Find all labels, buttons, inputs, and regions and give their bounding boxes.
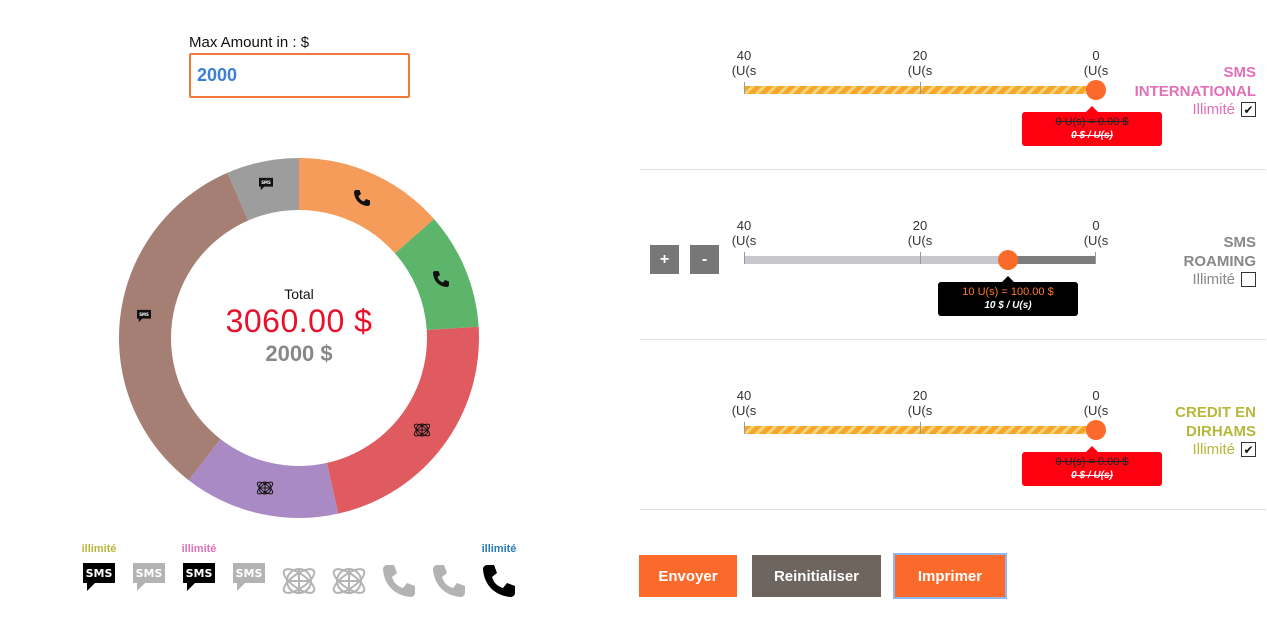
sms-icon: SMS (258, 177, 278, 197)
phone-icon (352, 188, 372, 208)
illimite-label: Illimité (1192, 271, 1235, 288)
total-label: Total (284, 286, 314, 302)
tick-label: 40 (U(s (731, 388, 757, 418)
illimite-label: Illimité (1192, 441, 1235, 458)
illimite-label: Illimité (1192, 101, 1235, 118)
slider-track[interactable] (744, 80, 1106, 100)
slider-track[interactable] (744, 250, 1096, 270)
illimite-option: Illimité ✔ (1192, 441, 1256, 458)
bubble-rate: 10 $ / U(s) (984, 300, 1032, 311)
service-title: SMS INTERNATIONAL (1134, 64, 1256, 100)
svg-text:SMS: SMS (139, 312, 149, 317)
service-title: SMS ROAMING (1183, 234, 1257, 270)
svg-text:SMS: SMS (136, 567, 163, 580)
max-amount-input[interactable]: 2000 (189, 53, 410, 98)
legend-tag: illimité (181, 543, 217, 555)
svg-text:SMS: SMS (261, 180, 271, 185)
max-amount-value: 2000 (197, 65, 238, 85)
increment-button[interactable]: + (650, 245, 679, 274)
service-legend: illimité SMS SMS illimité SMS SMS illimité (78, 541, 520, 601)
max-value: 2000 $ (265, 341, 333, 366)
legend-tag: illimité (81, 543, 117, 555)
slider-track[interactable] (744, 420, 1106, 440)
tick-label: 0 (U(s (1083, 48, 1109, 78)
bubble-amount: 10 U(s) = 100.00 $ (962, 286, 1054, 298)
tick-label: 0 (U(s (1083, 388, 1109, 418)
svg-text:SMS: SMS (86, 567, 113, 580)
max-amount-label: Max Amount in : $ (189, 34, 310, 51)
service-title: CREDIT EN DIRHAMS (1175, 404, 1256, 440)
tick-label: 20 (U(s (907, 218, 933, 248)
phone-icon (431, 269, 451, 289)
total-value: 3060.00 $ (225, 303, 373, 339)
illimite-option: Illimité (1192, 271, 1256, 288)
tick-label: 40 (U(s (731, 218, 757, 248)
bubble-rate: 0 $ / U(s) (1071, 130, 1113, 141)
legend-item[interactable] (278, 541, 320, 601)
slider-rest (1008, 256, 1096, 264)
slider-handle[interactable] (998, 250, 1018, 270)
slider-row-credit-dirhams: 40 (U(s 20 (U(s 0 (U(s 0 U(s) = 0.00 $ 0 $ / U(… (640, 340, 1266, 510)
slider-row-sms-roaming: 40 (U(s 20 (U(s 0 (U(s 10 U(s) = 100.00 $ 10 $ … (640, 170, 1266, 340)
decrement-button[interactable]: - (690, 245, 719, 274)
phone-icon (379, 561, 419, 601)
slider-row-sms-international: 40 (U(s 20 (U(s 0 (U(s 0 U(s) = 0.00 $ 0 $ / U(… (640, 0, 1266, 170)
max-amount-group: Max Amount in : $ 2000 (189, 34, 410, 98)
globe-network-icon (279, 561, 319, 601)
illimite-checkbox[interactable] (1241, 272, 1256, 287)
legend-item[interactable]: illimité SMS (178, 541, 220, 601)
track-tick (920, 422, 921, 434)
track-tick (1095, 252, 1096, 264)
sms-icon: SMS (179, 561, 219, 601)
phone-icon (479, 561, 519, 601)
reset-button[interactable]: Reinitialiser (752, 555, 881, 597)
track-tick (744, 252, 745, 264)
slider-handle[interactable] (1086, 420, 1106, 440)
tick-label: 20 (U(s (907, 48, 933, 78)
bubble-amount: 0 U(s) = 0.00 $ (1055, 456, 1129, 468)
legend-item[interactable] (378, 541, 420, 601)
print-button[interactable]: Imprimer (893, 553, 1007, 599)
track-tick (744, 422, 745, 434)
svg-text:SMS: SMS (186, 567, 213, 580)
slider-value-bubble: 0 U(s) = 0.00 $ 0 $ / U(s) (1022, 106, 1162, 146)
bubble-amount: 0 U(s) = 0.00 $ (1055, 116, 1129, 128)
illimite-checkbox[interactable]: ✔ (1241, 102, 1256, 117)
donut-center: Total 3060.00 $ 2000 $ (114, 286, 484, 368)
legend-item[interactable]: SMS (228, 541, 270, 601)
globe-network-icon (412, 420, 432, 440)
sms-icon: SMS (136, 309, 156, 329)
globe-network-icon (329, 561, 369, 601)
tick-label: 0 (U(s (1083, 218, 1109, 248)
track-tick (744, 82, 745, 94)
legend-item[interactable]: SMS (128, 541, 170, 601)
tick-label: 40 (U(s (731, 48, 757, 78)
slider-handle[interactable] (1086, 80, 1106, 100)
illimite-checkbox[interactable]: ✔ (1241, 442, 1256, 457)
legend-tag: illimité (481, 543, 517, 555)
slider-value-bubble: 10 U(s) = 100.00 $ 10 $ / U(s) (938, 276, 1078, 316)
bubble-rate: 0 $ / U(s) (1071, 470, 1113, 481)
sms-icon: SMS (79, 561, 119, 601)
svg-text:SMS: SMS (236, 567, 263, 580)
sms-icon: SMS (129, 561, 169, 601)
legend-item[interactable]: illimité (478, 541, 520, 601)
globe-network-icon (255, 478, 275, 498)
track-tick (920, 252, 921, 264)
tick-label: 20 (U(s (907, 388, 933, 418)
legend-item[interactable] (428, 541, 470, 601)
phone-icon (429, 561, 469, 601)
track-tick (920, 82, 921, 94)
legend-item[interactable]: illimité SMS (78, 541, 120, 601)
illimite-option: Illimité ✔ (1192, 101, 1256, 118)
legend-item[interactable] (328, 541, 370, 601)
send-button[interactable]: Envoyer (639, 555, 737, 597)
sms-icon: SMS (229, 561, 269, 601)
donut-chart: Total 3060.00 $ 2000 $ SMS SMS (114, 153, 484, 523)
slider-value-bubble: 0 U(s) = 0.00 $ 0 $ / U(s) (1022, 446, 1162, 486)
